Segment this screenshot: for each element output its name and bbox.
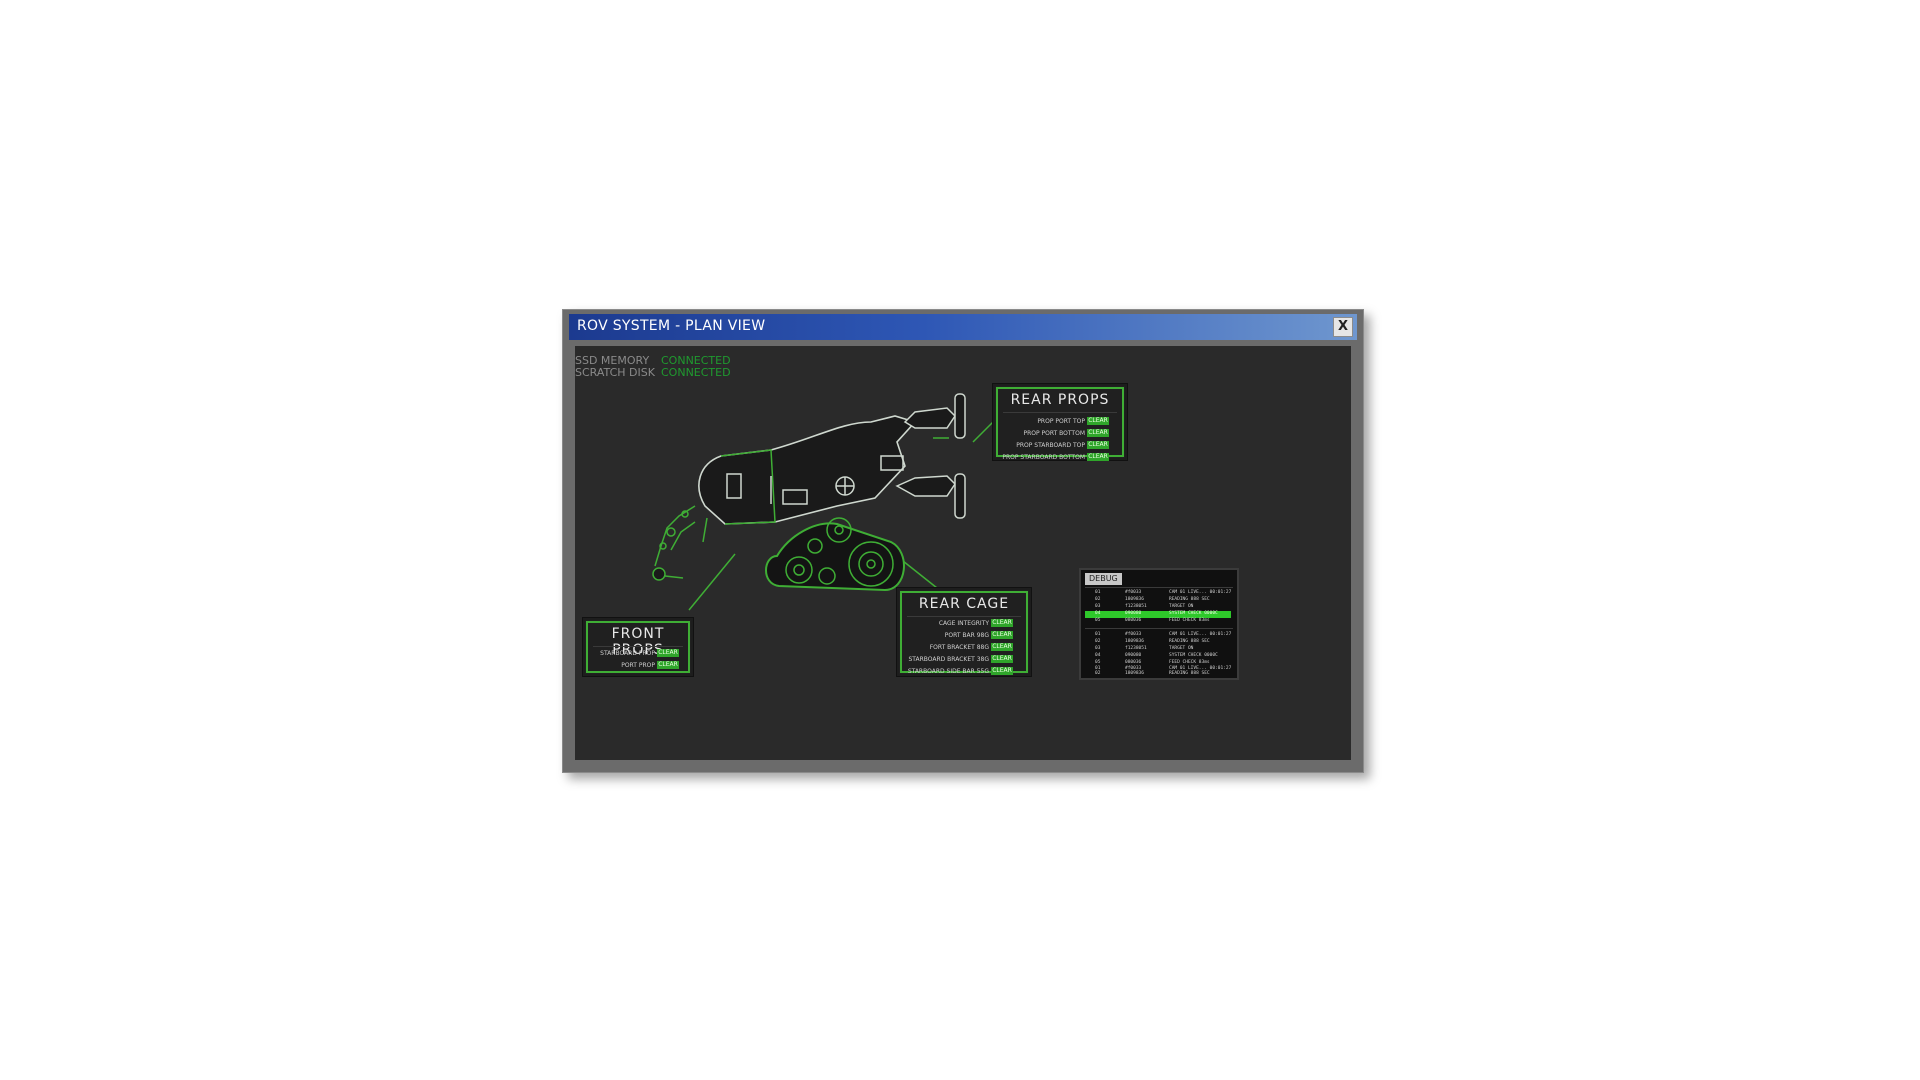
status-row: FORT BRACKET 88G CLEAR: [908, 641, 1013, 653]
row-label: PROP PORT TOP: [1037, 417, 1085, 425]
row-label: STARBOARD BRACKET 38G: [908, 655, 989, 663]
status-row: STARBOARD BRACKET 38G CLEAR: [908, 653, 1013, 665]
upper-prop: [954, 393, 966, 439]
status-badge: CLEAR: [1087, 453, 1109, 461]
status-row: PORT PROP CLEAR: [600, 659, 679, 671]
status-list: PROP PORT TOP CLEAR PROP PORT BOTTOM CLEAR…: [1002, 415, 1109, 463]
status-badge: CLEAR: [991, 631, 1013, 639]
status-list: CAGE INTEGRITY CLEAR PORT BAR 98G CLEAR FO…: [908, 617, 1013, 677]
rov-track: [765, 522, 905, 592]
front-props-leader: [688, 553, 736, 611]
status-badge: CLEAR: [657, 661, 679, 669]
status-row: PROP PORT BOTTOM CLEAR: [1002, 427, 1109, 439]
debug-row-highlighted: 04 090080 SYSTEM CHECK 0000C: [1085, 611, 1231, 618]
debug-divider: [1085, 628, 1233, 629]
rear-cage-leader: [902, 560, 938, 589]
status-row: PROP PORT TOP CLEAR: [1002, 415, 1109, 427]
lower-thruster: [895, 475, 956, 497]
debug-row: 03 f1238051 TARGET ON: [1095, 604, 1194, 609]
panel-title: REAR CAGE: [918, 596, 1010, 612]
status-row: CAGE INTEGRITY CLEAR: [908, 617, 1013, 629]
debug-row: 01 #f0033 CAM 01 LIVE... 00:01:27: [1095, 632, 1232, 637]
debug-divider: [1085, 587, 1233, 588]
debug-row: 01 #f0033 CAM 01 LIVE... 00:01:27: [1095, 590, 1232, 595]
row-label: PROP STARBOARD TOP: [1016, 441, 1085, 449]
debug-row: 02 1809836 READING 888 SEC: [1095, 639, 1210, 644]
row-label: PORT BAR 98G: [944, 631, 989, 639]
status-badge: CLEAR: [1087, 441, 1109, 449]
window-title: ROV SYSTEM - PLAN VIEW: [577, 318, 766, 334]
status-badge: CLEAR: [991, 655, 1013, 663]
row-label: CAGE INTEGRITY: [938, 619, 989, 627]
upper-thruster: [903, 407, 956, 429]
status-badge: CLEAR: [1087, 417, 1109, 425]
row-label: FORT BRACKET 88G: [929, 643, 989, 651]
status-row: STARBOARD PROP CLEAR: [600, 647, 679, 659]
status-row: STARBOARD SIDE BAR 55G CLEAR: [908, 665, 1013, 677]
panel-title: REAR PROPS: [1010, 392, 1110, 408]
status-row: PROP STARBOARD BOTTOM CLEAR: [1002, 451, 1109, 463]
front-arm: [654, 505, 696, 567]
debug-row: 02 1809836 READING 888 SEC: [1095, 597, 1210, 602]
rov-window: ROV SYSTEM - PLAN VIEW X SSD MEMORY CONN…: [562, 309, 1364, 773]
status-badge: CLEAR: [991, 619, 1013, 627]
plan-view: SSD MEMORY CONNECTED SCRATCH DISK CONNEC…: [575, 346, 1351, 760]
debug-row: 05 080036 FEED CHECK 83ms: [1095, 618, 1210, 623]
panel-divider: [1003, 412, 1117, 413]
rear-props-leader: [972, 421, 994, 443]
rov-schematic: [652, 393, 994, 611]
debug-row: 03 f1238051 TARGET ON: [1095, 646, 1194, 651]
lower-prop: [954, 473, 966, 519]
status-row: PROP STARBOARD TOP CLEAR: [1002, 439, 1109, 451]
title-bar[interactable]: ROV SYSTEM - PLAN VIEW X: [569, 314, 1357, 340]
row-label: STARBOARD PROP: [600, 649, 655, 657]
front-prop-hub: [652, 567, 666, 581]
status-row: PORT BAR 98G CLEAR: [908, 629, 1013, 641]
status-list: STARBOARD PROP CLEAR PORT PROP CLEAR: [600, 647, 679, 671]
close-button[interactable]: X: [1333, 317, 1353, 337]
debug-row: 02 1809836 READING 888 SEC: [1095, 671, 1210, 676]
row-label: PORT PROP: [621, 661, 655, 669]
status-badge: CLEAR: [991, 667, 1013, 675]
debug-row: 04 090080 SYSTEM CHECK 0000C: [1095, 653, 1218, 658]
status-badge: CLEAR: [657, 649, 679, 657]
row-label: STARBOARD SIDE BAR 55G: [907, 667, 989, 675]
debug-tab[interactable]: DEBUG: [1085, 573, 1122, 585]
status-badge: CLEAR: [991, 643, 1013, 651]
front-props-panel: FRONT PROPS STARBOARD PROP CLEAR PORT PRO…: [583, 618, 693, 676]
row-label: PROP STARBOARD BOTTOM: [1002, 453, 1085, 461]
debug-panel: DEBUG 01 #f0033 CAM 01 LIVE... 00:01:27 02…: [1079, 568, 1239, 680]
rear-cage-panel: REAR CAGE CAGE INTEGRITY CLEAR PORT BAR 9…: [897, 588, 1031, 676]
status-badge: CLEAR: [1087, 429, 1109, 437]
rear-props-panel: REAR PROPS PROP PORT TOP CLEAR PROP PORT …: [993, 384, 1127, 463]
row-label: PROP PORT BOTTOM: [1023, 429, 1085, 437]
